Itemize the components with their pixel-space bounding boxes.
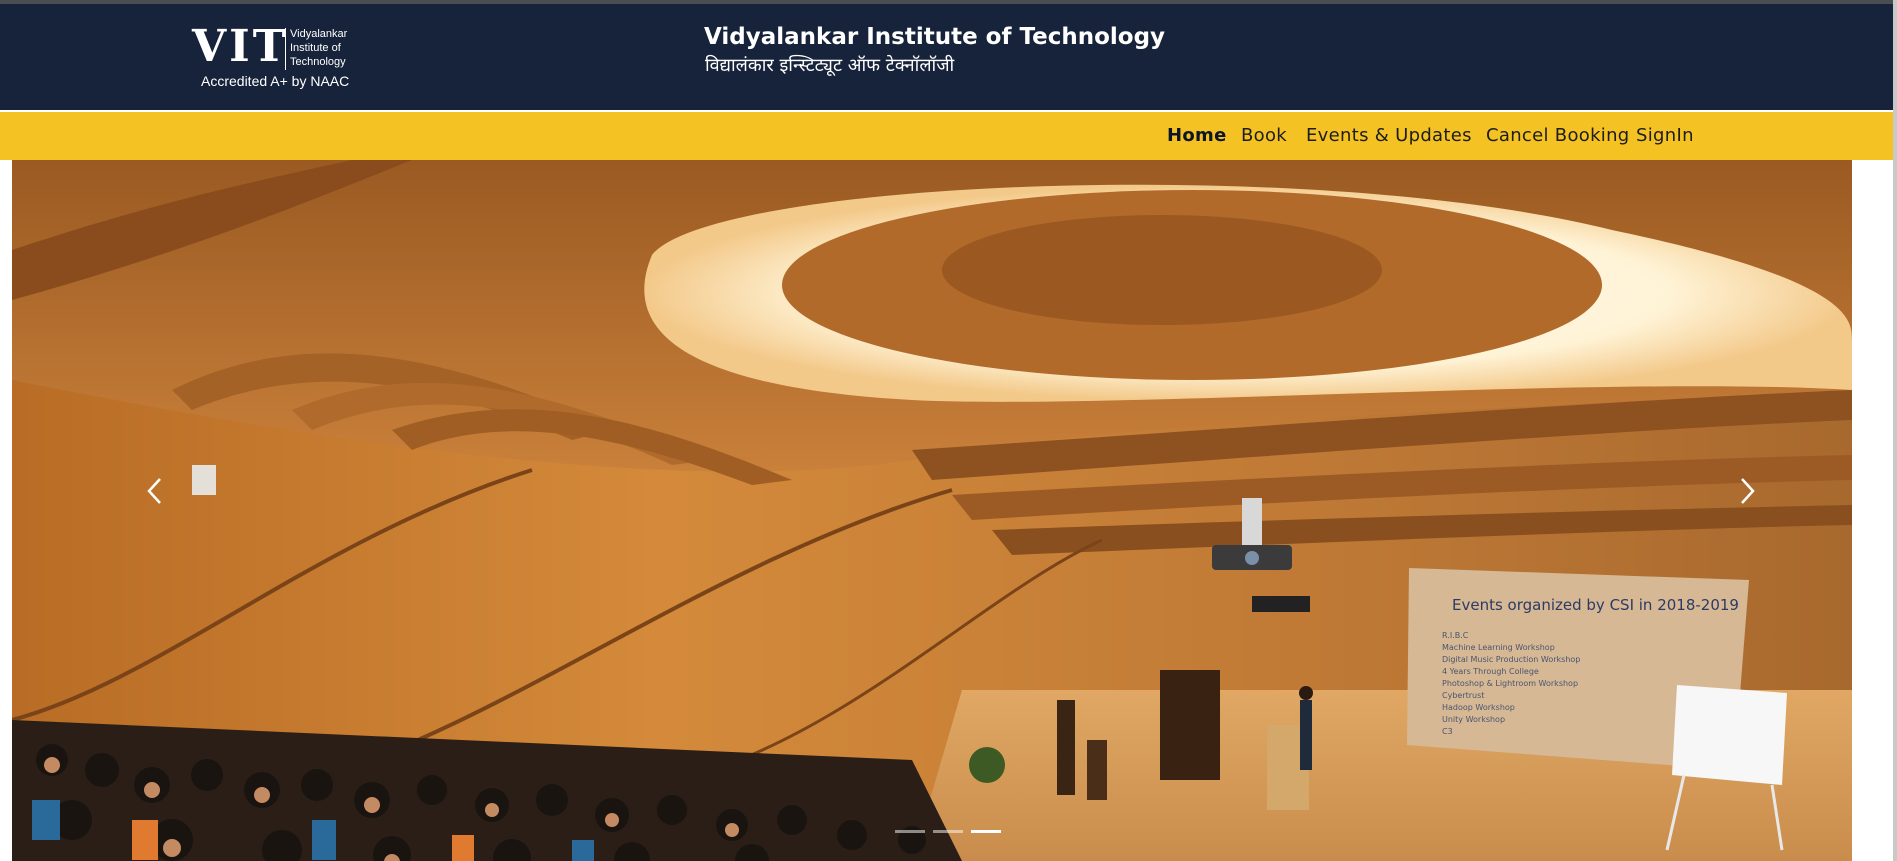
site-header: VIT Vidyalankar Institute of Technology … xyxy=(0,4,1893,110)
slide-screen-item: Hadoop Workshop xyxy=(1442,703,1515,712)
chevron-left-icon xyxy=(147,478,161,504)
logo-text: Vidyalankar Institute of Technology xyxy=(290,27,347,69)
chevron-right-icon xyxy=(1741,478,1755,504)
logo-line: Technology xyxy=(290,56,346,68)
carousel-indicator-1[interactable] xyxy=(895,830,925,833)
logo-line: Vidyalankar xyxy=(290,28,348,40)
institute-name: Vidyalankar Institute of Technology xyxy=(704,24,1166,50)
logo-line: Institute of xyxy=(290,42,341,54)
institute-name-hindi: विद्यालंकार इन्स्टिट्यूट ऑफ टेक्नॉलॉजी xyxy=(705,55,955,76)
carousel-indicator-2[interactable] xyxy=(933,830,963,833)
nav-signin[interactable]: SignIn xyxy=(1636,125,1694,146)
nav-cancel-booking[interactable]: Cancel Booking xyxy=(1486,125,1630,146)
slide-screen-item: C3 xyxy=(1442,727,1453,736)
slide-screen-title: Events organized by CSI in 2018-2019 xyxy=(1452,596,1739,614)
hero-carousel: Events organized by CSI in 2018-2019 R.I… xyxy=(12,160,1852,861)
logo-divider xyxy=(285,28,286,70)
carousel-prev-button[interactable] xyxy=(145,476,165,506)
slide-screen-item: Photoshop & Lightroom Workshop xyxy=(1442,679,1578,688)
page-scrollbar[interactable] xyxy=(1893,0,1897,861)
nav-home[interactable]: Home xyxy=(1167,125,1227,146)
nav-book[interactable]: Book xyxy=(1241,125,1287,146)
carousel-indicator-3[interactable] xyxy=(971,830,1001,833)
accreditation-text: Accredited A+ by NAAC xyxy=(201,73,350,89)
slide-screen-item: 4 Years Through College xyxy=(1442,667,1539,676)
logo-mark: VIT xyxy=(192,21,289,72)
slide-screen-item: Unity Workshop xyxy=(1442,715,1505,724)
slide-screen-item: R.I.B.C xyxy=(1442,631,1469,640)
carousel-indicators xyxy=(895,830,1005,834)
auditorium-slide-image: Events organized by CSI in 2018-2019 R.I… xyxy=(12,160,1852,861)
slide-screen-item: Digital Music Production Workshop xyxy=(1442,655,1580,664)
slide-screen-item: Cybertrust xyxy=(1442,691,1484,700)
nav-events-updates[interactable]: Events & Updates xyxy=(1306,125,1472,146)
vit-logo[interactable]: VIT Vidyalankar Institute of Technology … xyxy=(192,22,354,90)
main-navbar: Home Book Events & Updates Cancel Bookin… xyxy=(0,112,1893,160)
carousel-next-button[interactable] xyxy=(1737,476,1757,506)
slide-screen-item: Machine Learning Workshop xyxy=(1442,643,1555,652)
